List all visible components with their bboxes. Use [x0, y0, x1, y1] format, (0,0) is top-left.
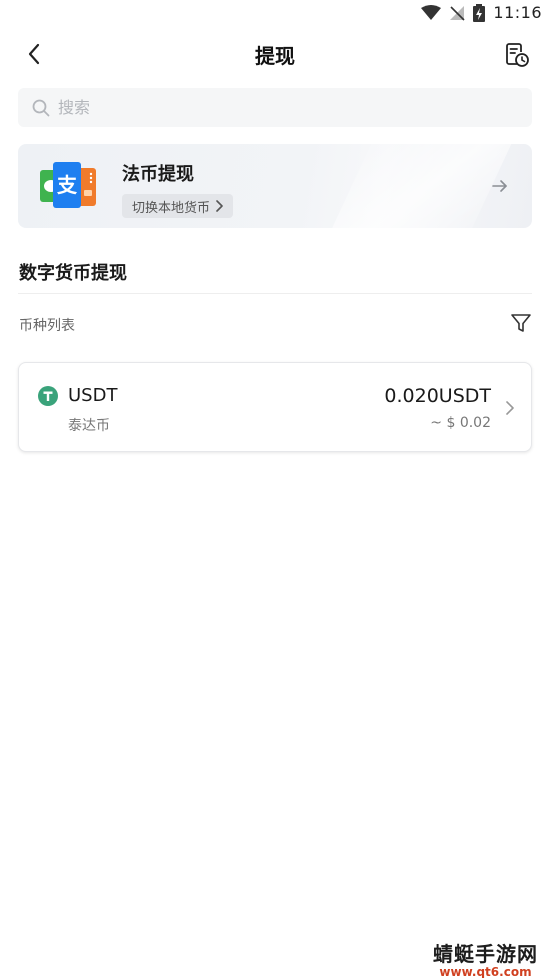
wifi-icon [421, 4, 442, 20]
watermark: 蜻蜓手游网 www.qt6.com [433, 938, 538, 978]
filter-icon[interactable] [510, 312, 532, 334]
search-box[interactable] [18, 88, 532, 127]
fiat-withdraw-card[interactable]: 支 法币提现 切换本地货币 [18, 144, 532, 228]
coin-amount: 0.020USDT [384, 385, 491, 407]
svg-text:支: 支 [57, 173, 78, 197]
record-history-icon [506, 43, 529, 67]
section-title: 数字货币提现 [19, 263, 127, 284]
status-time: 11:16 [493, 3, 542, 22]
page-title: 提现 [255, 44, 295, 68]
tether-icon [38, 386, 58, 406]
coin-list-label: 币种列表 [19, 318, 75, 334]
coin-fiat-value: ~ $ 0.02 [430, 415, 491, 431]
search-icon [32, 99, 50, 116]
coin-symbol: USDT [68, 385, 118, 406]
chevron-right-icon [506, 401, 514, 415]
history-button[interactable] [502, 40, 532, 70]
search-input[interactable] [58, 98, 498, 117]
status-icons: 11:16 [421, 3, 542, 22]
watermark-url: www.qt6.com [439, 965, 532, 978]
battery-charging-icon [473, 3, 486, 22]
coin-name: 泰达币 [68, 418, 110, 434]
status-bar: 11:16 [0, 0, 550, 28]
fiat-title: 法币提现 [122, 164, 194, 185]
switch-currency-label: 切换本地货币 [132, 200, 211, 216]
divider [18, 293, 532, 294]
switch-currency-button[interactable]: 切换本地货币 [122, 194, 234, 218]
arrow-right-icon [492, 180, 507, 192]
coin-row-usdt[interactable]: USDT 泰达币 0.020USDT ~ $ 0.02 [18, 362, 532, 452]
payment-methods-icon: 支 [40, 162, 96, 208]
no-signal-icon [450, 5, 465, 21]
header: 提现 [0, 30, 550, 80]
chevron-right-icon [216, 200, 223, 212]
watermark-title: 蜻蜓手游网 [433, 942, 538, 966]
